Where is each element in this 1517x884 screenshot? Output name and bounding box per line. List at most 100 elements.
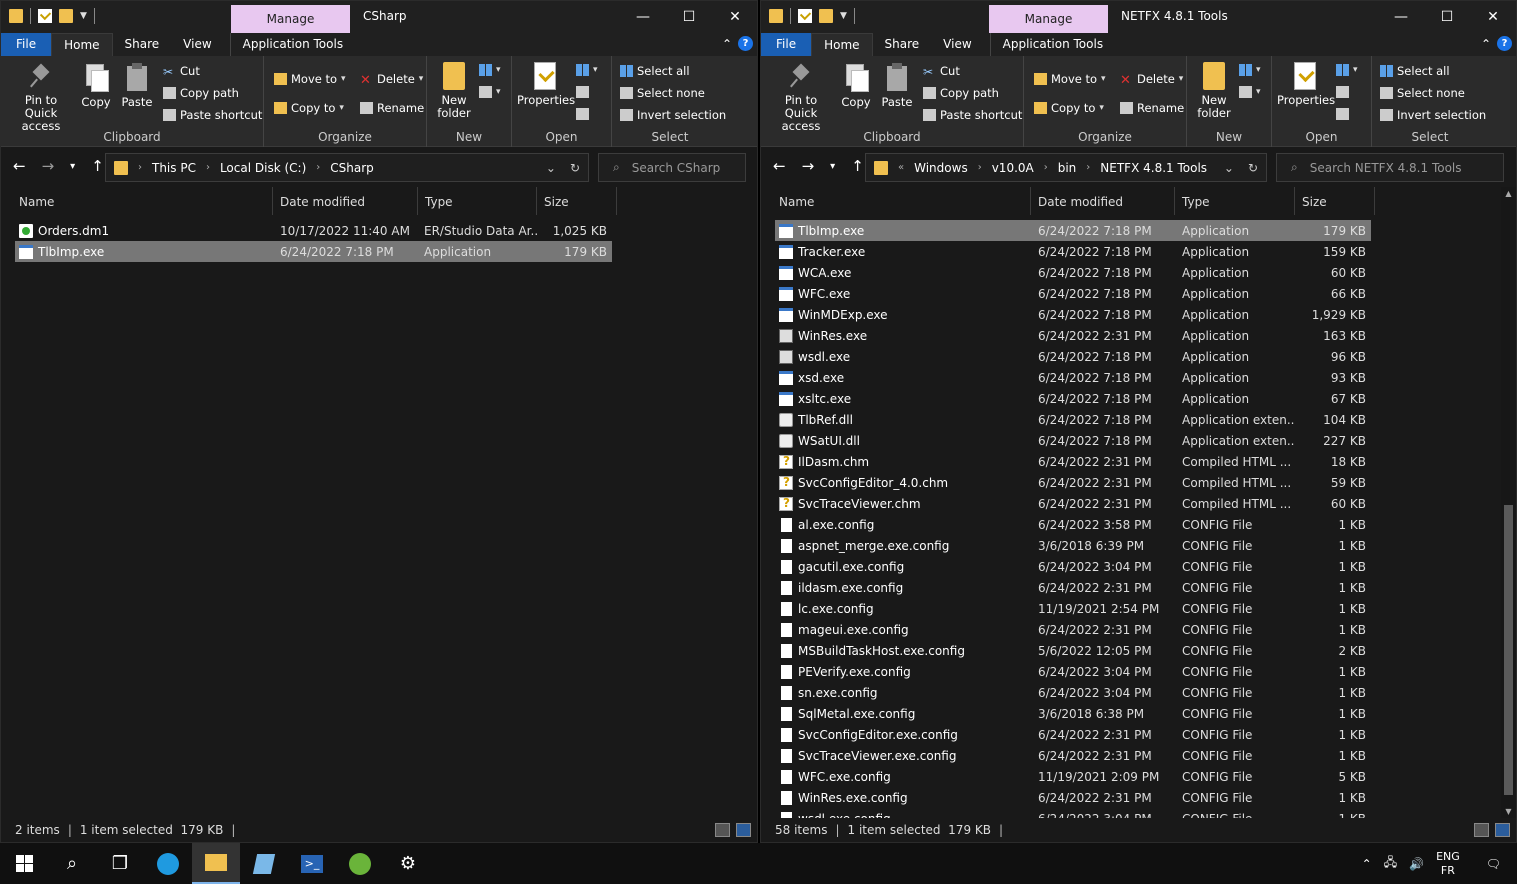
- details-view-icon[interactable]: [715, 823, 730, 837]
- rename-button[interactable]: Rename: [1120, 101, 1184, 115]
- scroll-up-icon[interactable]: ▲: [1501, 189, 1516, 198]
- address-chevron-down-icon[interactable]: ⌄: [546, 161, 556, 175]
- invert-selection-button[interactable]: Invert selection: [1380, 108, 1486, 122]
- table-row[interactable]: wsdl.exe 6/24/2022 7:18 PM Application 96 K…: [775, 346, 1371, 367]
- help-icon[interactable]: ?: [738, 36, 753, 51]
- volume-icon[interactable]: 🔊: [1409, 857, 1424, 871]
- tab-share[interactable]: Share: [113, 33, 172, 56]
- search-box[interactable]: ⌕ Search CSharp: [598, 153, 746, 182]
- breadcrumb-v10[interactable]: v10.0A: [992, 161, 1034, 175]
- column-name[interactable]: Name: [772, 187, 1031, 215]
- tab-application-tools[interactable]: Application Tools: [229, 33, 355, 56]
- column-size[interactable]: Size: [537, 187, 617, 215]
- tab-view[interactable]: View: [931, 33, 983, 56]
- column-name[interactable]: Name: [12, 187, 273, 215]
- maximize-icon[interactable]: ☐: [666, 1, 712, 33]
- open-dropdown-button[interactable]: ▾: [1336, 64, 1358, 76]
- details-view-icon[interactable]: [1474, 823, 1489, 837]
- move-to-button[interactable]: Move to ▾: [274, 72, 346, 86]
- history-button[interactable]: [576, 108, 589, 120]
- task-view-icon[interactable]: ❐: [96, 843, 144, 884]
- properties-button[interactable]: Properties: [1277, 62, 1335, 107]
- cut-button[interactable]: ✂ Cut: [923, 64, 960, 79]
- select-none-button[interactable]: Select none: [1380, 86, 1465, 100]
- table-row[interactable]: gacutil.exe.config 6/24/2022 3:04 PM CONFI…: [775, 556, 1371, 577]
- forward-icon[interactable]: →: [42, 157, 55, 175]
- paste-shortcut-button[interactable]: Paste shortcut: [923, 108, 1022, 122]
- refresh-icon[interactable]: ↻: [1248, 161, 1258, 175]
- collapse-ribbon-icon[interactable]: ⌃: [1481, 37, 1491, 51]
- minimize-icon[interactable]: —: [620, 1, 666, 33]
- move-to-button[interactable]: Move to ▾: [1034, 72, 1106, 86]
- select-none-button[interactable]: Select none: [620, 86, 705, 100]
- new-item-button[interactable]: ▾: [479, 64, 501, 76]
- table-row[interactable]: ildasm.exe.config 6/24/2022 2:31 PM CONFIG…: [775, 577, 1371, 598]
- paste-shortcut-button[interactable]: Paste shortcut: [163, 108, 262, 122]
- powershell-icon[interactable]: >_: [288, 843, 336, 884]
- breadcrumb-csharp[interactable]: CSharp: [330, 161, 374, 175]
- help-icon[interactable]: ?: [1497, 36, 1512, 51]
- properties-button[interactable]: Properties: [517, 62, 575, 107]
- scroll-down-icon[interactable]: ▼: [1501, 807, 1516, 816]
- table-row[interactable]: WCA.exe 6/24/2022 7:18 PM Application 60 KB: [775, 262, 1371, 283]
- show-hidden-icons-chevron-up-icon[interactable]: ⌃: [1362, 857, 1372, 871]
- table-row[interactable]: SqlMetal.exe.config 3/6/2018 6:38 PM CONFI…: [775, 703, 1371, 724]
- copy-to-button[interactable]: Copy to ▾: [274, 101, 344, 115]
- copy-path-button[interactable]: Copy path: [163, 86, 239, 100]
- table-row[interactable]: WSatUI.dll 6/24/2022 7:18 PM Application e…: [775, 430, 1371, 451]
- table-row[interactable]: Tracker.exe 6/24/2022 7:18 PM Application 1…: [775, 241, 1371, 262]
- close-icon[interactable]: ✕: [1470, 1, 1516, 33]
- file-explorer-icon[interactable]: [192, 843, 240, 884]
- breadcrumb-bin[interactable]: bin: [1058, 161, 1077, 175]
- copy-button[interactable]: Copy: [839, 62, 873, 109]
- table-row[interactable]: SvcConfigEditor_4.0.chm 6/24/2022 2:31 PM…: [775, 472, 1371, 493]
- table-row[interactable]: mageui.exe.config 6/24/2022 2:31 PM CONFIG…: [775, 619, 1371, 640]
- table-row[interactable]: al.exe.config 6/24/2022 3:58 PM CONFIG Fil…: [775, 514, 1371, 535]
- table-row[interactable]: WFC.exe.config 11/19/2021 2:09 PM CONFIG F…: [775, 766, 1371, 787]
- invert-selection-button[interactable]: Invert selection: [620, 108, 726, 122]
- tab-file[interactable]: File: [761, 33, 812, 56]
- table-row[interactable]: wsdl.exe.config6/24/2022 3:04 PMCONFIG F…: [775, 808, 1371, 818]
- table-row[interactable]: sn.exe.config 6/24/2022 3:04 PM CONFIG Fil…: [775, 682, 1371, 703]
- column-size[interactable]: Size: [1295, 187, 1375, 215]
- copy-path-button[interactable]: Copy path: [923, 86, 999, 100]
- tab-file[interactable]: File: [1, 33, 52, 56]
- table-row[interactable]: TlbImp.exe 6/24/2022 7:18 PM Application 17…: [775, 220, 1371, 241]
- table-row[interactable]: xsltc.exe 6/24/2022 7:18 PM Application 67 …: [775, 388, 1371, 409]
- new-folder-button[interactable]: New folder: [1195, 62, 1233, 120]
- network-icon[interactable]: 🖧: [1384, 853, 1397, 874]
- language-indicator[interactable]: ENG FR: [1436, 850, 1460, 878]
- breadcrumb-windows[interactable]: Windows: [914, 161, 968, 175]
- table-row[interactable]: SvcConfigEditor.exe.config 6/24/2022 2:31…: [775, 724, 1371, 745]
- customize-chevron-down-icon[interactable]: ▼: [80, 11, 87, 21]
- up-icon[interactable]: ↑: [851, 157, 864, 175]
- notepad-icon[interactable]: [240, 843, 288, 884]
- minimize-icon[interactable]: —: [1378, 1, 1424, 33]
- tab-home[interactable]: Home: [51, 33, 113, 56]
- cut-button[interactable]: ✂ Cut: [163, 64, 200, 79]
- paste-button[interactable]: Paste: [119, 62, 155, 109]
- recent-chevron-down-icon[interactable]: ▾: [70, 161, 75, 172]
- rename-button[interactable]: Rename: [360, 101, 424, 115]
- settings-icon[interactable]: ⚙: [384, 843, 432, 884]
- notifications-icon[interactable]: 🗨: [1486, 857, 1501, 871]
- tab-application-tools[interactable]: Application Tools: [989, 33, 1115, 56]
- table-row[interactable]: WFC.exe 6/24/2022 7:18 PM Application 66 KB: [775, 283, 1371, 304]
- title-bar[interactable]: ▼ Manage CSharp — ☐ ✕: [1, 1, 757, 33]
- pin-to-quick-access-button[interactable]: Pin to Quick access: [7, 62, 75, 133]
- search-box[interactable]: ⌕ Search NETFX 4.8.1 Tools: [1276, 153, 1504, 182]
- refresh-icon[interactable]: ↻: [570, 161, 580, 175]
- copy-button[interactable]: Copy: [79, 62, 113, 109]
- breadcrumb-netfx-tools[interactable]: NETFX 4.8.1 Tools: [1100, 161, 1207, 175]
- table-row[interactable]: SvcTraceViewer.chm 6/24/2022 2:31 PM Compi…: [775, 493, 1371, 514]
- table-row[interactable]: TlbImp.exe 6/24/2022 7:18 PM Application 17…: [15, 241, 612, 262]
- manage-context-tab[interactable]: Manage: [231, 5, 350, 33]
- easy-access-button[interactable]: ▾: [479, 86, 501, 98]
- copy-to-button[interactable]: Copy to ▾: [1034, 101, 1104, 115]
- delete-button[interactable]: ✕ Delete ▾: [1120, 72, 1183, 88]
- table-row[interactable]: Orders.dm1 10/17/2022 11:40 AM ER/Studio D…: [15, 220, 612, 241]
- edit-button[interactable]: [1336, 86, 1349, 98]
- delete-button[interactable]: ✕ Delete ▾: [360, 72, 423, 88]
- table-row[interactable]: xsd.exe 6/24/2022 7:18 PM Application 93 KB: [775, 367, 1371, 388]
- tab-view[interactable]: View: [171, 33, 223, 56]
